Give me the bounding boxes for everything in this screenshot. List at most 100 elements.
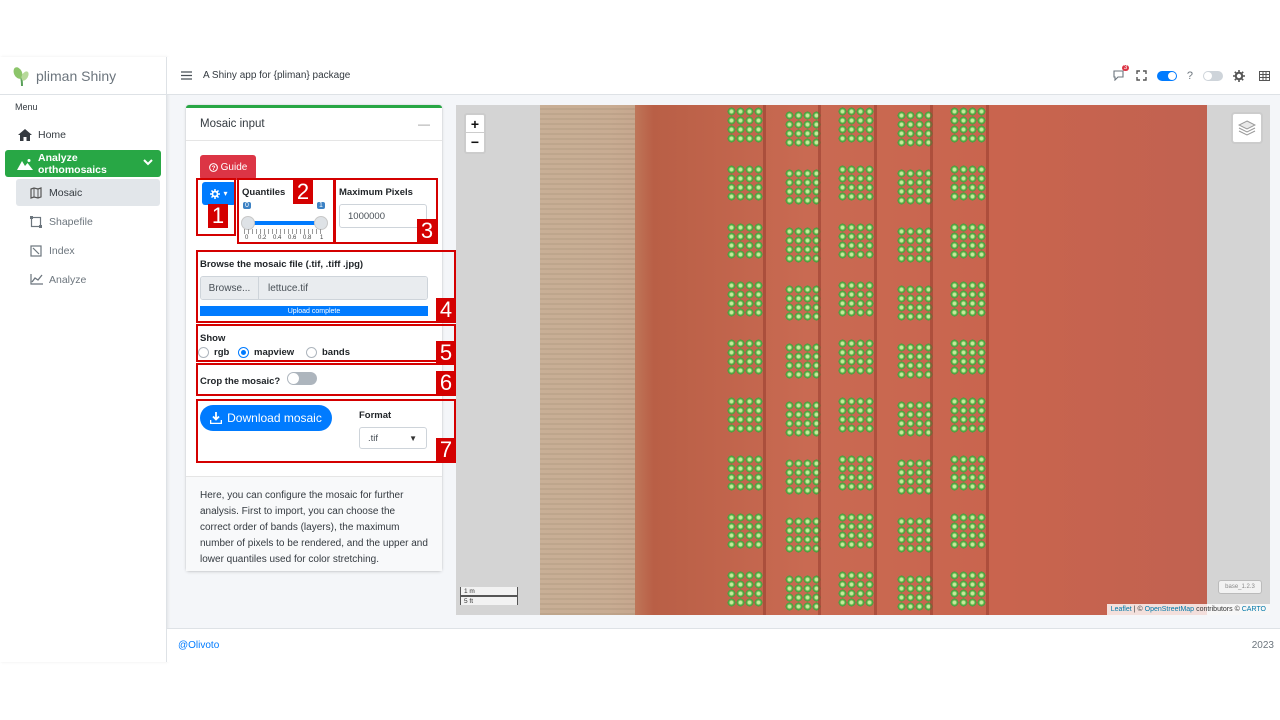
lettuce-plot bbox=[950, 165, 986, 201]
attribution-contrib: contributors © bbox=[1196, 606, 1240, 613]
lettuce-plot bbox=[727, 513, 763, 549]
lettuce-plot bbox=[838, 107, 874, 143]
pliman-logo-icon bbox=[13, 66, 29, 86]
hamburger-menu-icon[interactable] bbox=[181, 67, 193, 85]
orthomosaic-image bbox=[540, 105, 1207, 615]
lettuce-plot bbox=[897, 401, 933, 437]
comments-button[interactable]: 3 bbox=[1113, 65, 1130, 81]
lettuce-plot bbox=[838, 397, 874, 433]
card-title: Mosaic input bbox=[200, 118, 265, 130]
furrow bbox=[874, 105, 877, 615]
menu-header: Menu bbox=[15, 102, 38, 112]
furrow bbox=[986, 105, 989, 615]
lettuce-plot bbox=[838, 513, 874, 549]
lettuce-plot bbox=[727, 281, 763, 317]
base-layer-badge[interactable]: base_1.2.3 bbox=[1218, 580, 1262, 594]
furrow bbox=[818, 105, 821, 615]
lettuce-plot bbox=[785, 343, 821, 379]
annotation-number: 7 bbox=[436, 438, 456, 462]
zoom-out-button[interactable]: − bbox=[466, 133, 484, 151]
lettuce-plot bbox=[727, 571, 763, 607]
annotation-number: 5 bbox=[436, 341, 456, 365]
lettuce-plot bbox=[838, 281, 874, 317]
lettuce-plot bbox=[727, 223, 763, 259]
furrow bbox=[930, 105, 933, 615]
sidebar-item-label: Analyze orthomosaics bbox=[38, 151, 107, 176]
guide-label: Guide bbox=[220, 162, 248, 173]
attribution-sep: | © bbox=[1133, 606, 1143, 613]
help-icon[interactable]: ? bbox=[1187, 70, 1193, 82]
card-header: Mosaic input — bbox=[186, 108, 442, 141]
line-chart-icon bbox=[28, 274, 44, 285]
annotation-number: 4 bbox=[436, 298, 456, 322]
map-attribution: Leaflet | © OpenStreetMap contributors ©… bbox=[1106, 604, 1270, 615]
lettuce-plot bbox=[838, 223, 874, 259]
page-title: A Shiny app for {pliman} package bbox=[203, 70, 351, 81]
leaflet-link[interactable]: Leaflet bbox=[1111, 606, 1132, 613]
lettuce-plot bbox=[897, 227, 933, 263]
lettuce-plot bbox=[950, 339, 986, 375]
sidebar-item-label: Mosaic bbox=[49, 186, 83, 199]
lettuce-plot bbox=[950, 513, 986, 549]
sidebar-item-label: Index bbox=[49, 244, 75, 257]
home-icon bbox=[17, 128, 33, 141]
sidebar-item-shapefile[interactable]: Shapefile bbox=[16, 208, 160, 235]
lettuce-plot bbox=[785, 227, 821, 263]
gear-icon[interactable] bbox=[1233, 69, 1245, 82]
carto-link[interactable]: CARTO bbox=[1242, 606, 1266, 613]
zoom-control: + − bbox=[464, 113, 486, 154]
brand-name: pliman Shiny bbox=[36, 67, 117, 84]
author-link[interactable]: @Olivoto bbox=[178, 640, 219, 651]
map-icon bbox=[28, 186, 44, 199]
lettuce-plot bbox=[785, 285, 821, 321]
footer-year: 2023 bbox=[1251, 640, 1274, 651]
sidebar-toggle[interactable] bbox=[1203, 70, 1223, 81]
lettuce-plot bbox=[727, 397, 763, 433]
annotation-box-2 bbox=[237, 178, 335, 244]
lettuce-plot bbox=[785, 459, 821, 495]
annotation-number: 3 bbox=[417, 219, 437, 243]
lettuce-plot bbox=[897, 285, 933, 321]
lettuce-plot bbox=[897, 111, 933, 147]
mosaic-map[interactable]: + − 1 m 5 ft base_1.2.3 Leaflet | © Open… bbox=[456, 105, 1270, 615]
sidebar-item-index[interactable]: Index bbox=[16, 237, 160, 264]
grass-strip bbox=[540, 105, 635, 615]
guide-button[interactable]: ? Guide bbox=[200, 155, 256, 180]
lettuce-plot bbox=[838, 165, 874, 201]
sidebar-item-analyze[interactable]: Analyze bbox=[16, 266, 160, 293]
lettuce-plot bbox=[950, 223, 986, 259]
sidebar-item-label: Shapefile bbox=[49, 215, 93, 228]
lettuce-plot bbox=[727, 455, 763, 491]
osm-link[interactable]: OpenStreetMap bbox=[1145, 606, 1194, 613]
layers-icon bbox=[1238, 120, 1256, 136]
sidebar-item-analyze-orthomosaics[interactable]: Analyze orthomosaics bbox=[5, 150, 161, 177]
fullscreen-icon[interactable] bbox=[1136, 70, 1147, 81]
zoom-in-button[interactable]: + bbox=[466, 115, 484, 133]
lettuce-plot bbox=[727, 339, 763, 375]
lettuce-plot bbox=[727, 165, 763, 201]
shapefile-icon bbox=[28, 215, 44, 228]
lettuce-plot bbox=[785, 575, 821, 611]
sidebar-item-mosaic[interactable]: Mosaic bbox=[16, 179, 160, 206]
collapse-button[interactable]: — bbox=[418, 117, 430, 131]
lettuce-plot bbox=[897, 459, 933, 495]
sidebar-item-label: Analyze bbox=[49, 273, 87, 286]
furrow bbox=[763, 105, 766, 615]
annotation-box-6 bbox=[196, 363, 456, 396]
lettuce-plot bbox=[838, 571, 874, 607]
lettuce-plot bbox=[950, 455, 986, 491]
index-icon bbox=[28, 244, 44, 257]
lettuce-plot bbox=[950, 571, 986, 607]
brand[interactable]: pliman Shiny bbox=[0, 57, 166, 95]
grid-icon[interactable] bbox=[1259, 70, 1270, 81]
scale-meters: 1 m bbox=[460, 587, 518, 596]
layers-button[interactable] bbox=[1231, 112, 1263, 144]
comments-icon bbox=[1113, 70, 1124, 81]
sidebar-item-home[interactable]: Home bbox=[5, 121, 161, 148]
scale-bar: 1 m 5 ft bbox=[460, 587, 518, 605]
card-footer-help: Here, you can configure the mosaic for f… bbox=[186, 476, 442, 571]
lettuce-plot bbox=[838, 455, 874, 491]
lettuce-plot bbox=[727, 107, 763, 143]
lettuce-plot bbox=[950, 397, 986, 433]
dark-mode-toggle[interactable] bbox=[1156, 70, 1177, 81]
